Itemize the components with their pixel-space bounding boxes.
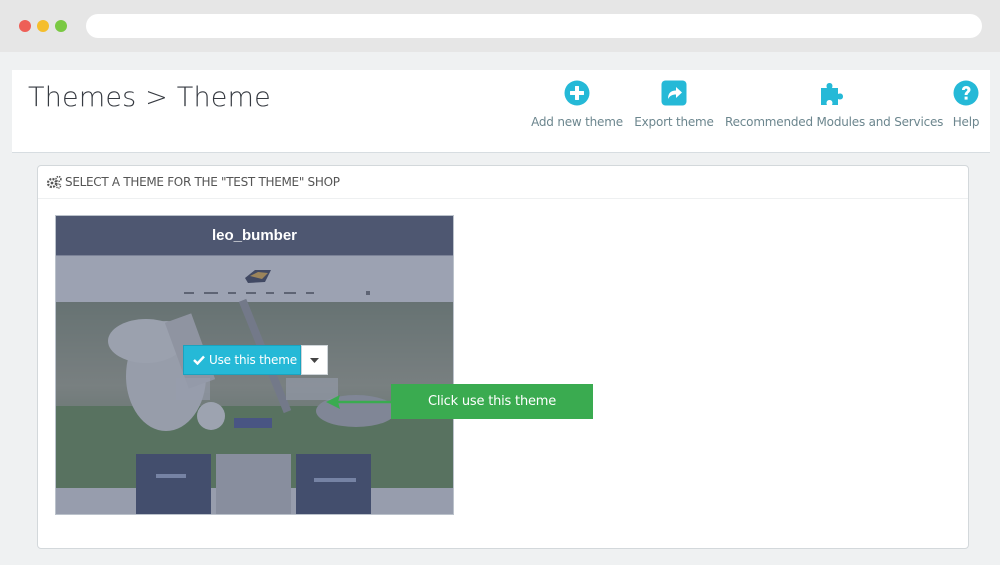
export-theme-label: Export theme bbox=[634, 115, 714, 129]
annotation-callout: Click use this theme bbox=[391, 384, 593, 419]
use-this-theme-button[interactable]: Use this theme bbox=[183, 345, 301, 375]
plus-circle-icon bbox=[531, 77, 623, 109]
page-header: Themes > Theme Add new theme Export them… bbox=[12, 70, 990, 153]
puzzle-icon bbox=[725, 77, 938, 109]
theme-options-dropdown-button[interactable] bbox=[301, 345, 328, 375]
arrow-left-icon bbox=[326, 395, 392, 409]
maximize-window-button[interactable] bbox=[55, 20, 67, 32]
theme-card: leo_bumber Use this theme bbox=[55, 215, 454, 515]
close-window-button[interactable] bbox=[19, 20, 31, 32]
panel-heading-text: SELECT A THEME FOR THE "TEST THEME" SHOP bbox=[65, 175, 340, 189]
cogs-icon bbox=[46, 175, 62, 189]
add-new-theme-button[interactable]: Add new theme bbox=[531, 77, 623, 129]
page-title: Themes > Theme bbox=[28, 82, 271, 113]
add-new-theme-label: Add new theme bbox=[531, 115, 623, 129]
browser-chrome bbox=[0, 0, 1000, 52]
help-button[interactable]: Help bbox=[948, 77, 984, 129]
recommended-modules-button[interactable]: Recommended Modules and Services bbox=[725, 77, 944, 129]
share-icon bbox=[633, 77, 715, 109]
check-icon bbox=[193, 355, 205, 365]
help-label: Help bbox=[952, 115, 980, 129]
use-this-theme-label: Use this theme bbox=[209, 353, 297, 367]
caret-down-icon bbox=[310, 357, 319, 363]
page: Themes > Theme Add new theme Export them… bbox=[0, 52, 1000, 565]
recommended-modules-label: Recommended Modules and Services bbox=[725, 115, 944, 129]
panel-heading: SELECT A THEME FOR THE "TEST THEME" SHOP bbox=[38, 166, 968, 199]
export-theme-button[interactable]: Export theme bbox=[633, 77, 715, 129]
minimize-window-button[interactable] bbox=[37, 20, 49, 32]
question-circle-icon bbox=[948, 77, 984, 109]
theme-selection-panel: SELECT A THEME FOR THE "TEST THEME" SHOP… bbox=[37, 165, 969, 549]
theme-name: leo_bumber bbox=[56, 216, 453, 256]
address-bar[interactable] bbox=[86, 14, 982, 38]
